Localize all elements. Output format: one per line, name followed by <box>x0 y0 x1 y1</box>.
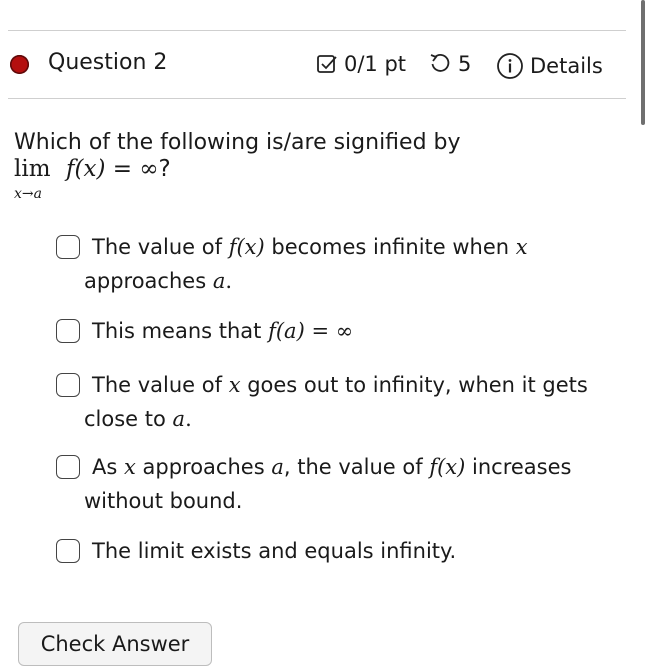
choice-text: approaches <box>135 455 272 479</box>
details-link[interactable]: Details <box>496 52 603 80</box>
choice-math: x <box>515 235 528 259</box>
choice-math: f(x) <box>228 235 265 259</box>
choice-math: x <box>228 373 241 397</box>
choice-text: , the value of <box>283 455 430 479</box>
choice-checkbox[interactable] <box>56 319 80 343</box>
details-label[interactable]: Details <box>530 54 603 78</box>
tries-count: 5 <box>458 52 472 76</box>
choice-3[interactable]: The value of x goes out to infinity, whe… <box>56 368 626 436</box>
choice-text: As <box>92 455 124 479</box>
choice-text: The value of <box>92 235 229 259</box>
choice-checkbox[interactable] <box>56 235 80 259</box>
lim-question-mark: ? <box>158 156 171 182</box>
retry-icon <box>430 54 450 72</box>
choice-math: x <box>123 455 136 479</box>
choice-text: The limit exists and equals infinity. <box>92 539 457 563</box>
choice-checkbox[interactable] <box>56 373 80 397</box>
choice-2[interactable]: This means that f(a) = ∞ <box>56 314 626 348</box>
lim-subscript: x→a <box>14 186 42 202</box>
choice-5[interactable]: The limit exists and equals infinity. <box>56 534 626 568</box>
choice-checkbox[interactable] <box>56 455 80 479</box>
choice-math: f(x) <box>429 455 466 479</box>
status-dot-icon <box>10 55 29 74</box>
choice-math: a <box>212 269 226 293</box>
choice-1[interactable]: The value of f(x) becomes infinite when … <box>56 230 626 298</box>
score-text: 0/1 pt <box>344 52 407 76</box>
check-answer-button[interactable]: Check Answer <box>18 622 212 666</box>
choice-text: . <box>225 269 233 293</box>
choice-4[interactable]: As x approaches a, the value of f(x) inc… <box>56 450 626 518</box>
choice-math: a <box>271 455 284 479</box>
choice-text: increases <box>465 455 572 479</box>
question-header: Question 2 0/1 pt 5 Details <box>0 30 630 98</box>
choice-text: goes out to infinity, when it gets <box>240 373 588 397</box>
lim-function: f(x) = ∞ <box>66 156 159 182</box>
choice-math: a <box>172 407 186 431</box>
choice-text: becomes infinite when <box>264 235 516 259</box>
tries-indicator: 5 <box>428 52 471 76</box>
choice-text: without bound. <box>84 489 243 513</box>
info-icon <box>497 53 523 79</box>
question-prompt: Which of the following is/are signified … <box>14 130 461 155</box>
choice-checkbox[interactable] <box>56 539 80 563</box>
choice-text: approaches <box>84 269 213 293</box>
lim-body: f(x) = ∞? <box>66 156 171 182</box>
lim-word: lim <box>14 156 51 182</box>
scrollbar-thumb[interactable] <box>641 0 645 125</box>
checkbox-score-icon <box>317 55 337 73</box>
choice-text: close to <box>84 407 173 431</box>
choice-text: . <box>185 407 192 431</box>
choice-text: This means that <box>92 319 269 343</box>
choice-text: The value of <box>92 373 229 397</box>
choice-math: f(a) = ∞ <box>268 319 354 343</box>
header-divider <box>8 98 626 99</box>
question-title: Question 2 <box>48 50 168 75</box>
score-indicator: 0/1 pt <box>316 52 406 76</box>
